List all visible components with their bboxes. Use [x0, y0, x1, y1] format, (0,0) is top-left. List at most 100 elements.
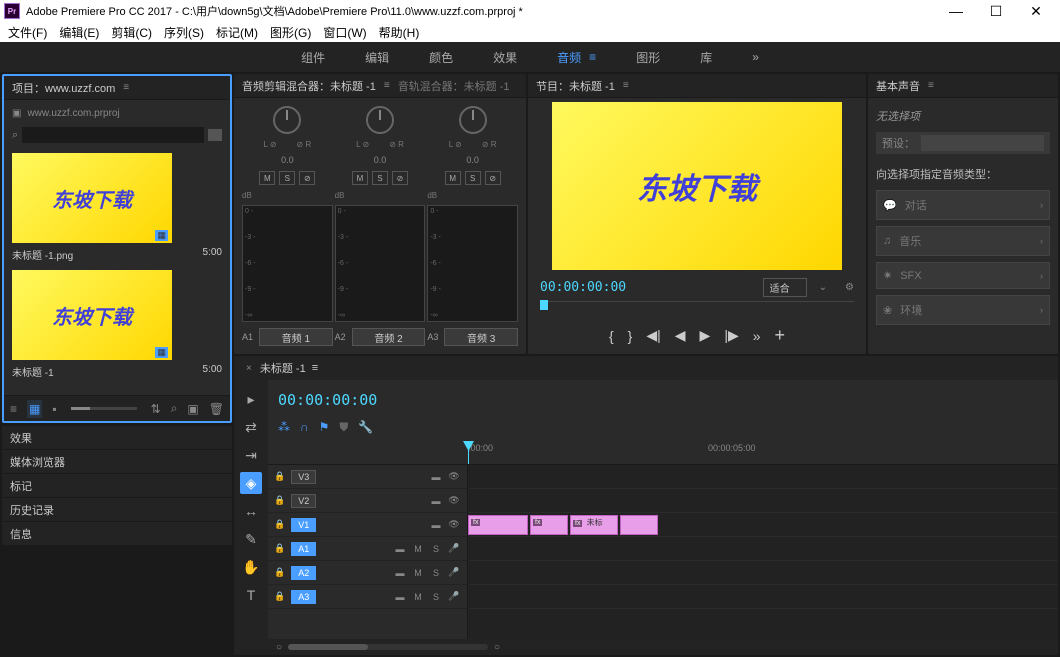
mark-out-icon[interactable]: }: [628, 328, 633, 344]
collapsed-panel-效果[interactable]: 效果: [2, 425, 232, 449]
collapsed-panel-历史记录[interactable]: 历史记录: [2, 497, 232, 521]
program-timecode[interactable]: 00:00:00:00: [540, 280, 626, 295]
program-monitor-title[interactable]: 节目：未标题 -1: [536, 78, 615, 94]
track-row[interactable]: [468, 465, 1058, 489]
menu-item[interactable]: 帮助(H): [375, 24, 424, 41]
dropdown-icon[interactable]: ⌄: [819, 282, 827, 293]
collapsed-panel-媒体浏览器[interactable]: 媒体浏览器: [2, 449, 232, 473]
program-scrubber[interactable]: [540, 301, 854, 321]
eye-icon[interactable]: 👁: [447, 494, 461, 508]
type-tool-icon[interactable]: T: [240, 584, 262, 606]
trash-icon[interactable]: 🗑: [209, 402, 224, 416]
mso-button[interactable]: M: [352, 171, 368, 185]
mso-button[interactable]: M: [259, 171, 275, 185]
timeline-timecode[interactable]: 00:00:00:00: [278, 391, 377, 409]
mso-button[interactable]: ⊘: [299, 171, 315, 185]
track-target[interactable]: A1: [291, 542, 316, 556]
selection-tool-icon[interactable]: ▸: [240, 388, 262, 410]
timeline-zoom-slider[interactable]: [288, 644, 488, 650]
panel-menu-icon[interactable]: ≡: [384, 80, 390, 91]
menu-item[interactable]: 标记(M): [212, 24, 262, 41]
track-select-tool-icon[interactable]: ⇄: [240, 416, 262, 438]
project-thumbnail[interactable]: 东坡下载▦: [12, 153, 172, 243]
sync-lock-icon[interactable]: ▬: [429, 494, 443, 508]
sync-lock-icon[interactable]: ▬: [429, 518, 443, 532]
pan-knob[interactable]: [459, 106, 487, 134]
workspace-tab-效果[interactable]: 效果: [485, 43, 525, 72]
panel-menu-icon[interactable]: ≡: [312, 362, 318, 374]
play-button[interactable]: ▶: [700, 327, 711, 344]
pan-knob[interactable]: [366, 106, 394, 134]
new-item-icon[interactable]: ▣: [187, 402, 198, 416]
track-row[interactable]: [468, 585, 1058, 609]
list-view-icon[interactable]: ≡: [10, 402, 17, 416]
track-target[interactable]: A2: [291, 566, 316, 580]
sync-lock-icon[interactable]: ▬: [429, 470, 443, 484]
mso-button[interactable]: M: [445, 171, 461, 185]
track-target[interactable]: A3: [291, 590, 316, 604]
mute-icon[interactable]: M: [411, 542, 425, 556]
step-back-icon[interactable]: ◀: [675, 327, 686, 344]
sync-lock-icon[interactable]: ▬: [393, 566, 407, 580]
playhead[interactable]: [468, 441, 469, 464]
step-forward-icon[interactable]: |▶: [724, 327, 738, 344]
maximize-button[interactable]: ☐: [976, 0, 1016, 22]
audio-type-button[interactable]: 💬对话›: [876, 190, 1050, 220]
lock-icon[interactable]: 🔒: [274, 543, 285, 554]
track-row[interactable]: [468, 489, 1058, 513]
audio-clip-mixer-tab[interactable]: 音频剪辑混合器：未标题 -1: [242, 78, 376, 94]
clip[interactable]: fx 未标: [570, 515, 618, 535]
voice-icon[interactable]: 🎤: [447, 566, 461, 580]
sequence-name[interactable]: 未标题 -1: [260, 360, 306, 376]
mute-icon[interactable]: M: [411, 566, 425, 580]
workspace-tab-编辑[interactable]: 编辑: [357, 43, 397, 72]
close-seq-icon[interactable]: ×: [246, 363, 252, 374]
zoom-in-icon[interactable]: ○: [494, 642, 500, 653]
wrench-icon[interactable]: 🔧: [358, 420, 373, 435]
mso-button[interactable]: S: [279, 171, 295, 185]
track-target[interactable]: V3: [291, 470, 316, 484]
menu-item[interactable]: 窗口(W): [319, 24, 370, 41]
hand-tool-icon[interactable]: ✋: [240, 556, 262, 578]
track-row[interactable]: fxfxfx 未标: [468, 513, 1058, 537]
slip-tool-icon[interactable]: ↔: [240, 500, 262, 522]
solo-icon[interactable]: S: [429, 542, 443, 556]
lock-icon[interactable]: 🔒: [274, 591, 285, 602]
mso-button[interactable]: S: [372, 171, 388, 185]
mso-button[interactable]: ⊘: [485, 171, 501, 185]
add-button-icon[interactable]: +: [775, 325, 786, 346]
audio-type-button[interactable]: ♫音乐›: [876, 226, 1050, 256]
eye-icon[interactable]: 👁: [447, 518, 461, 532]
track-name-input[interactable]: 音频 2: [352, 328, 426, 346]
go-prev-icon[interactable]: ◀|: [646, 327, 660, 344]
lock-icon[interactable]: 🔒: [274, 567, 285, 578]
sync-lock-icon[interactable]: ▬: [393, 542, 407, 556]
zoom-fit-select[interactable]: 适合: [763, 278, 807, 297]
voice-icon[interactable]: 🎤: [447, 590, 461, 604]
settings-icon[interactable]: ⚙: [845, 282, 854, 293]
new-bin-icon[interactable]: [208, 129, 222, 141]
linked-selection-icon[interactable]: ∩: [300, 420, 309, 435]
pan-knob[interactable]: [273, 106, 301, 134]
marker-icon[interactable]: ⚑: [319, 420, 330, 435]
menu-item[interactable]: 序列(S): [160, 24, 208, 41]
menu-item[interactable]: 编辑(E): [55, 24, 103, 41]
minimize-button[interactable]: —: [936, 0, 976, 22]
collapsed-panel-标记[interactable]: 标记: [2, 473, 232, 497]
track-target[interactable]: V1: [291, 518, 316, 532]
freeform-view-icon[interactable]: ▪: [52, 402, 56, 416]
preset-select[interactable]: [921, 135, 1044, 151]
workspace-tab-库[interactable]: 库: [692, 43, 720, 72]
panel-menu-icon[interactable]: ≡: [623, 80, 629, 91]
sort-icon[interactable]: ⇅: [151, 402, 161, 416]
search-input[interactable]: [22, 127, 204, 143]
lock-icon[interactable]: 🔒: [274, 495, 285, 506]
workspace-tab-音频[interactable]: 音频≡: [549, 43, 604, 72]
sync-lock-icon[interactable]: ▬: [393, 590, 407, 604]
mso-button[interactable]: ⊘: [392, 171, 408, 185]
settings-icon[interactable]: ⛊: [339, 420, 348, 435]
solo-icon[interactable]: S: [429, 566, 443, 580]
solo-icon[interactable]: S: [429, 590, 443, 604]
audio-track-mixer-tab[interactable]: 音轨混合器：未标题 -1: [398, 78, 510, 94]
workspace-tab-颜色[interactable]: 颜色: [421, 43, 461, 72]
